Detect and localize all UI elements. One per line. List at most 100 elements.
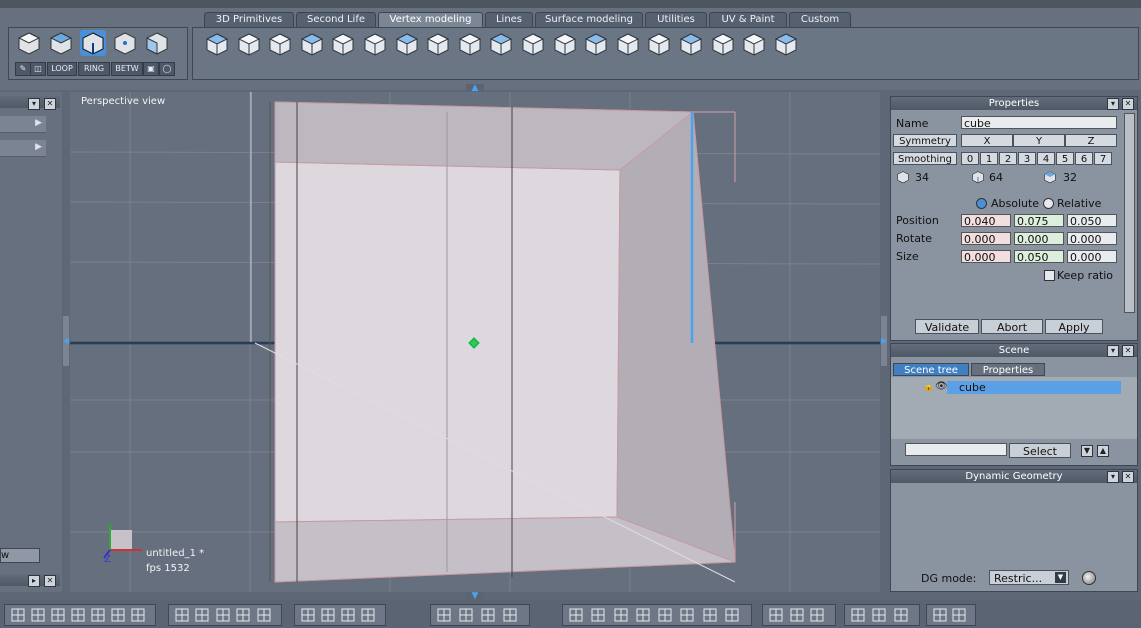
layout-quad-icon[interactable] — [31, 608, 45, 622]
tab-uv-paint[interactable]: UV & Paint — [709, 12, 787, 27]
material-c-icon[interactable] — [810, 608, 824, 622]
layout-split-v-icon[interactable] — [71, 608, 85, 622]
render-figure-icon[interactable] — [894, 608, 908, 622]
dg-close-icon[interactable]: ✕ — [1122, 471, 1134, 483]
select-button[interactable]: Select — [1009, 443, 1071, 458]
properties-scrollbar[interactable] — [1124, 113, 1135, 313]
scale-icon[interactable] — [481, 608, 495, 622]
tab-second-life[interactable]: Second Life — [296, 12, 376, 27]
extrude-edge-tool-icon[interactable] — [710, 31, 736, 57]
tab-lines[interactable]: Lines — [485, 12, 533, 27]
apply-button[interactable]: Apply — [1045, 319, 1103, 334]
position-z-field[interactable]: 0.050 — [1067, 214, 1117, 228]
brush-select-icon[interactable]: ✎ — [15, 62, 31, 76]
sphere-wire-icon[interactable] — [680, 608, 694, 622]
shaded-wire-icon[interactable] — [591, 608, 605, 622]
right-splitter-arrow-icon[interactable]: ▶ — [881, 316, 887, 366]
object-mode-icon[interactable] — [16, 30, 42, 56]
tab-scene-tree[interactable]: Scene tree — [893, 363, 969, 376]
smoothing-level-4-button[interactable]: 4 — [1037, 152, 1055, 165]
symmetry-x-button[interactable]: X — [961, 134, 1013, 147]
layout-three-icon[interactable] — [91, 608, 105, 622]
connect-tool-icon[interactable] — [394, 31, 420, 57]
between-button[interactable]: BETW — [111, 62, 143, 76]
layout-four-icon[interactable] — [111, 608, 125, 622]
knife-tool-icon[interactable] — [457, 31, 483, 57]
bottom-splitter-arrow-icon[interactable]: ▼ — [466, 592, 484, 601]
scene-item-cube[interactable]: cube — [947, 381, 1121, 394]
size-z-field[interactable]: 0.000 — [1067, 250, 1117, 264]
ribbon-tool-icon[interactable] — [678, 31, 704, 57]
left-splitter-arrow-icon[interactable]: ◀ — [63, 316, 69, 366]
smoothing-level-0-button[interactable]: 0 — [961, 152, 979, 165]
tesselate-tool-icon[interactable] — [520, 31, 546, 57]
light-icon[interactable] — [933, 608, 947, 622]
left-panel-row[interactable]: ▶ — [0, 140, 46, 157]
bevel-tool-icon[interactable] — [236, 31, 262, 57]
keep-ratio-checkbox[interactable] — [1044, 270, 1055, 281]
left-panel-footer-close-icon[interactable]: ✕ — [44, 575, 56, 587]
circle-select-icon[interactable]: ◯ — [159, 62, 175, 76]
inset-tool-icon[interactable] — [267, 31, 293, 57]
collapse-tool-icon[interactable] — [583, 31, 609, 57]
symmetry-button[interactable]: Symmetry — [893, 134, 957, 147]
move-icon[interactable] — [437, 608, 451, 622]
symmetry-z-button[interactable]: Z — [1065, 134, 1117, 147]
grid-color-icon[interactable] — [257, 608, 271, 622]
layout-single-icon[interactable] — [11, 608, 25, 622]
left-panel-menu-icon[interactable]: ▾ — [28, 98, 40, 110]
snap-icon[interactable] — [503, 608, 517, 622]
ring-button[interactable]: RING — [78, 62, 110, 76]
fit-view-icon[interactable] — [301, 608, 315, 622]
smoothing-button[interactable]: Smoothing — [893, 152, 957, 165]
remove-point-tool-icon[interactable] — [773, 31, 799, 57]
tab-custom[interactable]: Custom — [789, 12, 851, 27]
eye-icon[interactable] — [361, 608, 375, 622]
cut-tool-icon[interactable] — [488, 31, 514, 57]
tab-scene-properties[interactable]: Properties — [971, 363, 1045, 376]
lock-icon[interactable]: 🔒 — [923, 382, 934, 392]
dg-mode-dropdown[interactable]: Restric... ▼ — [989, 570, 1069, 585]
tab-vertex-modeling[interactable]: Vertex modeling — [378, 12, 483, 27]
layout-side-icon[interactable] — [131, 608, 145, 622]
checker-icon[interactable] — [216, 608, 230, 622]
edge-mode-icon[interactable] — [80, 30, 106, 56]
position-y-field[interactable]: 0.075 — [1014, 214, 1064, 228]
extrude-tool-icon[interactable] — [204, 31, 230, 57]
paint-icon[interactable] — [195, 608, 209, 622]
move-down-icon[interactable]: ▼ — [1081, 445, 1093, 457]
render-cube-icon[interactable] — [872, 608, 886, 622]
material-a-icon[interactable] — [769, 608, 783, 622]
tab-utilities[interactable]: Utilities — [645, 12, 707, 27]
dg-sphere-icon[interactable] — [1082, 571, 1096, 585]
face-mode-icon[interactable] — [48, 30, 74, 56]
smooth-icon[interactable] — [658, 608, 672, 622]
smoothing-level-7-button[interactable]: 7 — [1094, 152, 1112, 165]
smoothing-level-6-button[interactable]: 6 — [1075, 152, 1093, 165]
smoothing-level-2-button[interactable]: 2 — [999, 152, 1017, 165]
left-panel-row[interactable]: ▶ — [0, 116, 46, 133]
add-point-tool-icon[interactable] — [741, 31, 767, 57]
uv-grid-icon[interactable] — [175, 608, 189, 622]
smoothing-level-1-button[interactable]: 1 — [980, 152, 998, 165]
rotate-y-field[interactable]: 0.000 — [1014, 232, 1064, 246]
material-mode-icon[interactable] — [144, 30, 170, 56]
center-icon[interactable] — [321, 608, 335, 622]
camera-icon[interactable] — [952, 608, 966, 622]
size-y-field[interactable]: 0.050 — [1014, 250, 1064, 264]
scene-search-input[interactable] — [905, 443, 1007, 456]
smoothing-level-3-button[interactable]: 3 — [1018, 152, 1036, 165]
position-x-field[interactable]: 0.040 — [961, 214, 1011, 228]
rect-select-icon[interactable]: ▣ — [143, 62, 159, 76]
name-field[interactable]: cube — [961, 116, 1117, 130]
slice-tool-icon[interactable] — [425, 31, 451, 57]
properties-menu-icon[interactable]: ▾ — [1107, 98, 1119, 110]
wireframe-icon[interactable] — [569, 608, 583, 622]
smooth-wire-icon[interactable] — [636, 608, 650, 622]
left-panel-close-icon[interactable]: ✕ — [44, 98, 56, 110]
left-panel-footer-arrow-icon[interactable]: ▸ — [28, 575, 40, 587]
tab-3d-primitives[interactable]: 3D Primitives — [204, 12, 294, 27]
dg-menu-icon[interactable]: ▾ — [1107, 471, 1119, 483]
solid-icon[interactable] — [614, 608, 628, 622]
rotate-x-field[interactable]: 0.000 — [961, 232, 1011, 246]
